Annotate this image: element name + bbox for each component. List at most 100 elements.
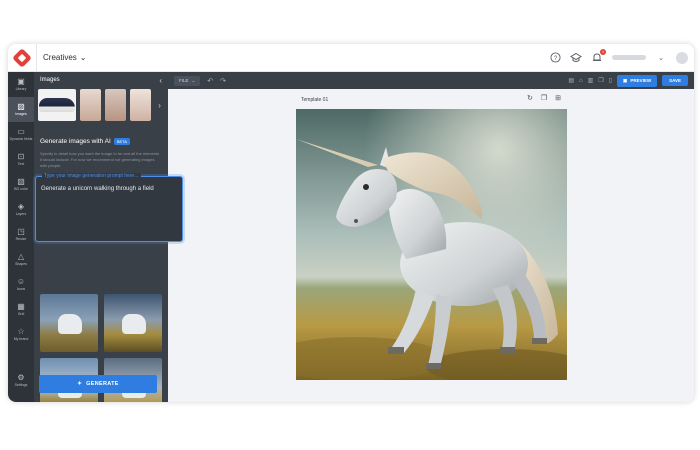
rail-item-settings[interactable]: ⚙ Settings: [8, 368, 34, 393]
prompt-value: Generate a unicorn walking through a fie…: [41, 186, 154, 192]
refresh-icon[interactable]: ↻: [527, 94, 533, 102]
rail-label: Icons: [16, 286, 26, 291]
beta-badge: BETA: [113, 138, 130, 145]
generate-ai-heading: Generate images with AI BETA: [40, 138, 162, 145]
top-bar: Creatives ⌄ ? 1 ⌄: [8, 44, 694, 72]
unicorn-thumbnail: [58, 314, 82, 334]
undo-icon[interactable]: ↶: [207, 77, 213, 85]
preview-label: PREVIEW: [630, 78, 652, 83]
library-icon: ▣: [17, 76, 25, 86]
brand-logo[interactable]: [8, 44, 36, 72]
shapes-icon: △: [17, 251, 25, 261]
stock-image-carousel: ›: [34, 88, 168, 122]
rail-item-shapes[interactable]: △ Shapes: [8, 247, 34, 272]
help-icon[interactable]: ?: [549, 52, 561, 64]
dynamic-fields-icon: ▭: [17, 126, 25, 136]
rail-label: Library: [15, 86, 27, 91]
divider: [36, 44, 37, 72]
chevron-right-icon[interactable]: ›: [155, 89, 164, 121]
chevron-down-icon[interactable]: ⌄: [655, 52, 667, 64]
stock-image-sneaker[interactable]: [38, 89, 77, 121]
project-selector[interactable]: Creatives ⌄: [43, 53, 87, 62]
copy-icon[interactable]: ❐: [598, 77, 603, 84]
prompt-placeholder: Type your image generation prompt here..…: [42, 173, 141, 179]
user-name-placeholder[interactable]: [612, 55, 646, 60]
grid-icon: ▦: [17, 301, 25, 311]
rail-label: Text: [17, 161, 25, 166]
image-icon: ▨: [17, 101, 25, 111]
rail-item-my-brand[interactable]: ☆ My brand: [8, 322, 34, 347]
app-window: Creatives ⌄ ? 1 ⌄ ▣ Library ▨ Images ▭ D…: [8, 44, 694, 402]
editor-canvas: Template 01 ↻ ❐ ⊞: [168, 89, 694, 402]
icons-icon: ☺: [16, 276, 26, 286]
rail-label: My brand: [13, 336, 29, 341]
chevron-left-icon[interactable]: ‹: [159, 76, 162, 85]
chevron-down-icon: ⌄: [191, 77, 196, 83]
top-right-controls: ? 1 ⌄: [549, 48, 694, 64]
sneaker-image: [39, 98, 76, 112]
gear-icon: ⚙: [17, 372, 25, 382]
rail-item-layers[interactable]: ◈ Layers: [8, 197, 34, 222]
rail-item-resize[interactable]: ◳ Resize: [8, 222, 34, 247]
panel-header: Images ‹: [34, 72, 168, 88]
generate-ai-title: Generate images with AI: [40, 138, 111, 145]
rail-label: Images: [15, 111, 27, 116]
toolbar-right: ▤ ⌂ ▥ ❐ ▯ ▣ PREVIEW SAVE: [568, 74, 688, 87]
home-icon[interactable]: ⌂: [579, 78, 583, 84]
notification-badge: 1: [600, 48, 606, 55]
generate-button[interactable]: ✦ GENERATE: [39, 375, 157, 393]
rail-label: Layers: [15, 211, 27, 216]
editor-toolbar: FILE ⌄ ↶ ↷ ▤ ⌂ ▥ ❐ ▯ ▣ PREVIEW SAVE: [168, 72, 694, 89]
project-name: Creatives: [43, 53, 77, 62]
template-label: Template 01: [301, 97, 329, 103]
rail-item-images[interactable]: ▨ Images: [8, 97, 34, 122]
preview-icon: ▣: [623, 77, 628, 83]
preview-button[interactable]: ▣ PREVIEW: [617, 74, 658, 87]
panel-title: Images: [40, 77, 60, 83]
rail-label: Settings: [14, 382, 28, 387]
stock-image-person[interactable]: [80, 89, 102, 121]
rail-label: Dynamic fields: [9, 136, 33, 141]
prompt-input[interactable]: Type your image generation prompt here..…: [35, 173, 183, 242]
rail-item-grid[interactable]: ▦ Grid: [8, 297, 34, 322]
star-icon: ☆: [17, 326, 25, 336]
unicorn-thumbnail: [122, 314, 146, 334]
duplicate-icon[interactable]: ❐: [541, 94, 547, 102]
rail-label: Grid: [17, 311, 25, 316]
svg-text:?: ?: [553, 55, 557, 62]
stock-image-person[interactable]: [105, 89, 127, 121]
add-page-icon[interactable]: ⊞: [555, 94, 561, 102]
text-icon: ⊡: [17, 151, 25, 161]
trash-icon[interactable]: ▯: [609, 77, 612, 84]
avatar[interactable]: [676, 51, 688, 64]
chevron-down-icon: ⌄: [79, 53, 87, 62]
logo-icon: [12, 47, 32, 68]
rail-label: Resize: [15, 236, 27, 241]
file-menu-button[interactable]: FILE ⌄: [174, 75, 201, 86]
chart-icon[interactable]: ▥: [588, 77, 594, 84]
export-icon[interactable]: ▤: [568, 77, 574, 84]
sparkle-icon: ✦: [77, 381, 83, 387]
rail-label: Shapes: [15, 261, 27, 266]
resize-icon: ◳: [17, 226, 25, 236]
save-button[interactable]: SAVE: [662, 75, 688, 86]
file-label: FILE: [179, 77, 189, 83]
layers-icon: ◈: [17, 201, 25, 211]
unicorn-artwork[interactable]: [296, 109, 567, 380]
graduation-cap-icon[interactable]: [570, 52, 582, 64]
bg-color-icon: ▧: [17, 176, 25, 186]
rail-item-text[interactable]: ⊡ Text: [8, 147, 34, 172]
rail-item-icons[interactable]: ☺ Icons: [8, 272, 34, 297]
generate-label: GENERATE: [86, 381, 119, 387]
generated-image[interactable]: [104, 294, 162, 352]
unicorn-artwork-image: [296, 109, 567, 380]
tool-rail: ▣ Library ▨ Images ▭ Dynamic fields ⊡ Te…: [8, 72, 34, 402]
rail-item-dynamic-fields[interactable]: ▭ Dynamic fields: [8, 122, 34, 147]
generated-image[interactable]: [40, 294, 98, 352]
rail-item-library[interactable]: ▣ Library: [8, 72, 34, 97]
template-tools: ↻ ❐ ⊞: [527, 94, 561, 102]
redo-icon[interactable]: ↷: [220, 77, 226, 85]
stock-image-person[interactable]: [130, 89, 152, 121]
notification-bell-icon[interactable]: 1: [591, 48, 606, 64]
rail-item-bg-color[interactable]: ▧ BG color: [8, 172, 34, 197]
